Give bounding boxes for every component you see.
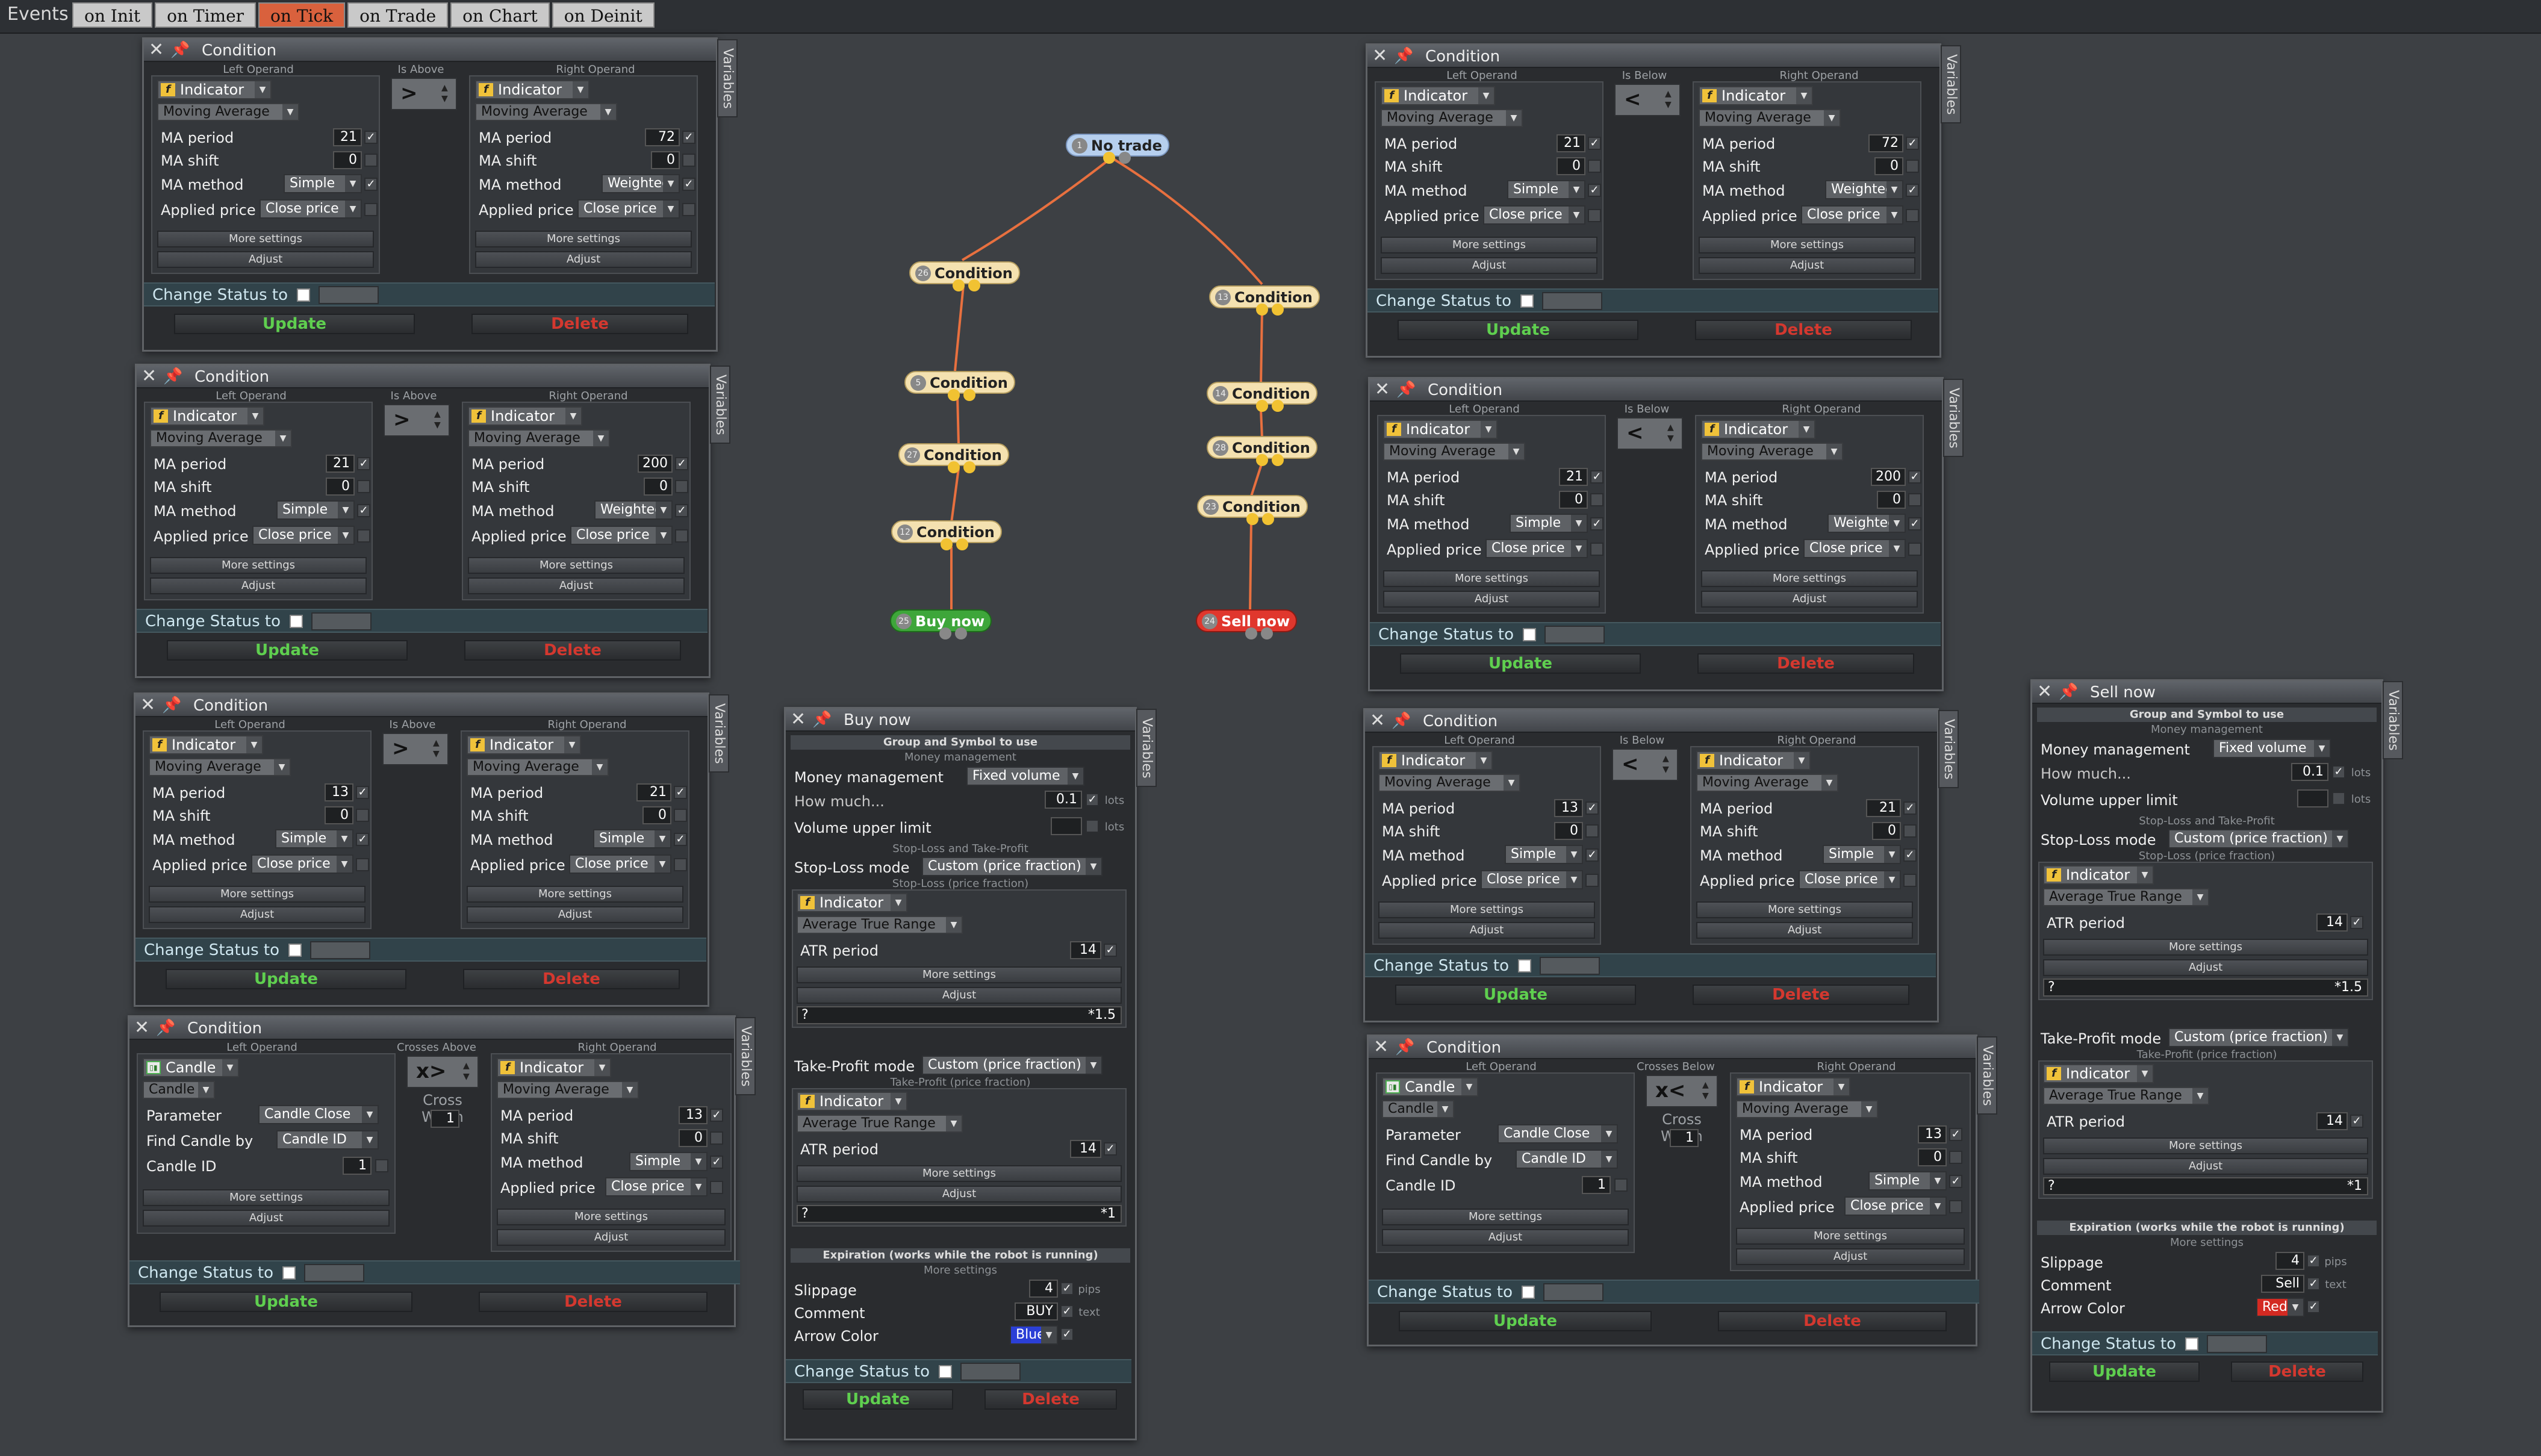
node-port-icon — [956, 538, 968, 550]
logic-tree-links — [950, 157, 1263, 612]
node-port-icon — [1256, 454, 1268, 466]
node-port-icon — [1256, 303, 1268, 316]
node-port-icon — [1261, 627, 1273, 639]
node-port-icon — [948, 389, 960, 401]
node-port-icon — [963, 389, 975, 401]
node-id: 5 — [910, 375, 926, 391]
node-id: 23 — [1203, 499, 1219, 515]
tree-node-condition[interactable]: 27 Condition — [898, 443, 1009, 473]
node-id: 13 — [1215, 290, 1231, 305]
node-id: 28 — [1213, 440, 1228, 456]
node-label: Condition — [916, 524, 995, 541]
node-id: 27 — [904, 447, 920, 463]
node-port-icon — [1245, 627, 1257, 639]
node-port-icon — [939, 627, 951, 639]
node-port-icon — [1256, 400, 1268, 412]
tree-link — [950, 468, 960, 523]
tree-node-condition[interactable]: 13 Condition — [1209, 285, 1320, 316]
tree-link — [956, 394, 960, 445]
node-id: 12 — [897, 524, 913, 540]
tree-node-condition[interactable]: 28 Condition — [1207, 436, 1317, 466]
node-label: Sell now — [1221, 613, 1290, 630]
node-id: 14 — [1213, 386, 1228, 402]
node-label: Condition — [1222, 499, 1301, 515]
node-port-icon — [948, 461, 960, 473]
node-port-icon — [1246, 513, 1258, 525]
tree-node-condition[interactable]: 12 Condition — [891, 520, 1002, 550]
node-label: Condition — [924, 447, 1002, 464]
tree-link — [1260, 309, 1263, 386]
tree-link — [961, 157, 1113, 261]
tree-node-sell-now[interactable]: 24 Sell now — [1196, 609, 1298, 639]
tree-link — [1250, 462, 1263, 497]
tree-link — [954, 285, 965, 372]
node-id: 1 — [1072, 138, 1087, 154]
node-port-icon — [1119, 152, 1131, 164]
node-port-icon — [955, 627, 967, 639]
node-label: Buy now — [915, 613, 985, 630]
tree-node-condition[interactable]: 26 Condition — [909, 261, 1020, 291]
tree-node-condition[interactable]: 23 Condition — [1197, 495, 1308, 525]
tree-node-condition[interactable]: 14 Condition — [1207, 382, 1317, 412]
tree-node-condition[interactable]: 5 Condition — [904, 371, 1015, 401]
node-port-icon — [941, 538, 953, 550]
node-id: 26 — [915, 266, 931, 281]
node-port-icon — [968, 279, 980, 291]
node-label: Condition — [1234, 289, 1313, 306]
node-id: 25 — [896, 614, 912, 629]
node-port-icon — [963, 461, 975, 473]
node-port-icon — [1272, 454, 1284, 466]
node-port-icon — [1103, 152, 1115, 164]
node-port-icon — [953, 279, 965, 291]
tree-link — [1110, 157, 1263, 285]
node-id: 24 — [1202, 614, 1218, 629]
node-port-icon — [1262, 513, 1274, 525]
tree-link — [1260, 409, 1263, 439]
tree-link — [1249, 520, 1252, 612]
tree-node-no-trade[interactable]: 1 No trade — [1066, 134, 1169, 164]
node-port-icon — [1272, 303, 1284, 316]
node-label: Condition — [1232, 385, 1310, 402]
node-port-icon — [1272, 400, 1284, 412]
node-label: Condition — [1232, 440, 1310, 456]
tree-node-buy-now[interactable]: 25 Buy now — [890, 609, 992, 639]
